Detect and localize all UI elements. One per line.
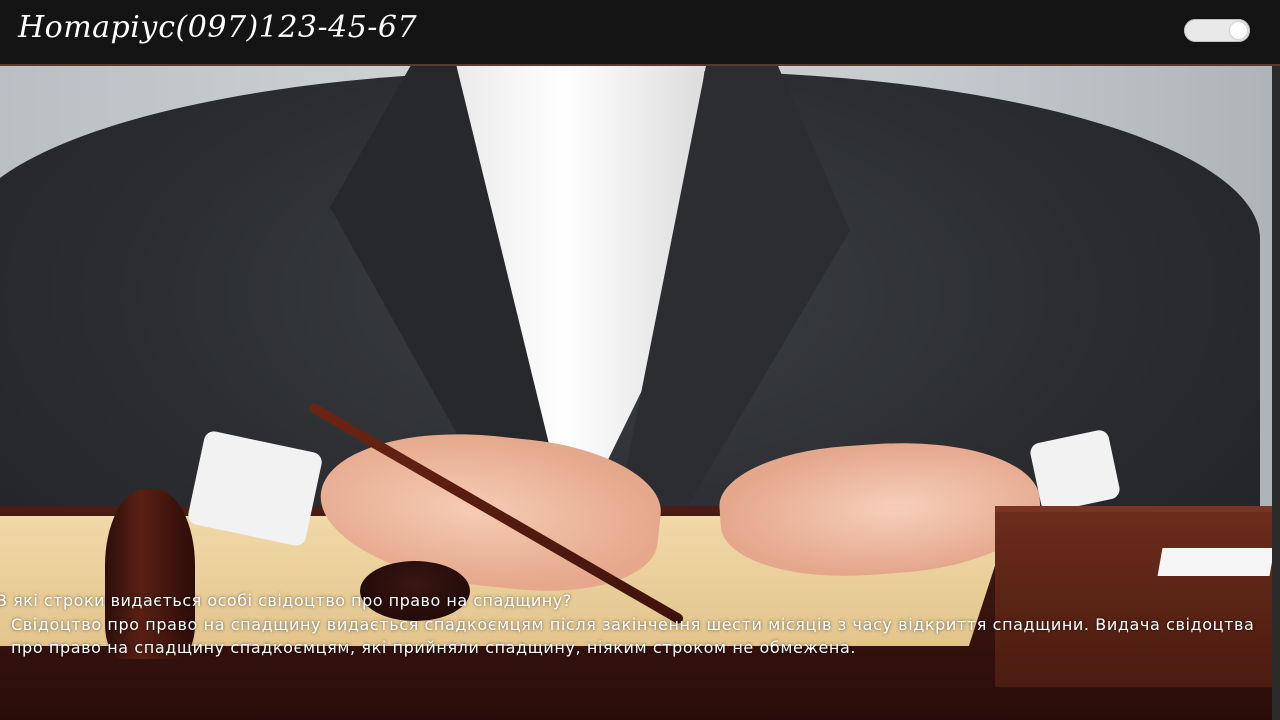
faq-answer: Свідоцтво про право на спадщину видаєтьс… <box>11 615 1255 657</box>
top-navbar: Нотаріус(097)123-45-67 <box>0 0 1280 66</box>
theme-toggle[interactable] <box>1184 19 1250 42</box>
faq-question: В які строки видається особі свідоцтво п… <box>0 591 572 610</box>
brand-title[interactable]: Нотаріус(097)123-45-67 <box>18 10 417 45</box>
page-scrollbar[interactable] <box>1272 66 1280 720</box>
box-paper <box>1157 548 1272 576</box>
toggle-knob <box>1230 22 1247 39</box>
faq-block: В які строки видається особі свідоцтво п… <box>0 590 1272 659</box>
